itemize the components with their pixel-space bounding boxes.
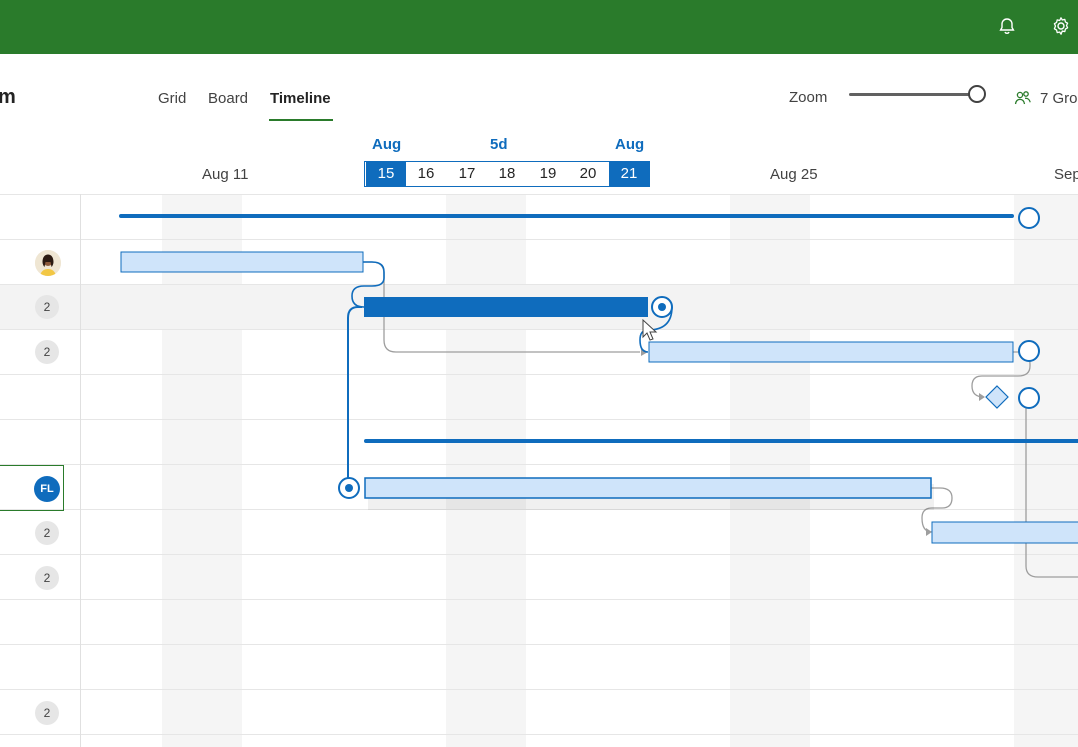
weekend-shade — [730, 195, 810, 747]
selected-task-bar[interactable] — [364, 297, 648, 317]
assignee-count-badge[interactable]: 2 — [35, 340, 59, 364]
weekend-shade — [446, 195, 526, 747]
link-handle-dot — [658, 303, 666, 311]
assignee-count-badge[interactable]: 2 — [35, 701, 59, 725]
dependency-arrow — [979, 393, 985, 401]
assignee-avatar-fl[interactable]: FL — [34, 476, 60, 502]
person-photo-icon — [35, 250, 61, 276]
link-handle-dot — [345, 484, 353, 492]
task-bar[interactable] — [931, 521, 1078, 544]
summary-end-handle[interactable] — [1018, 207, 1040, 229]
task-end-handle[interactable] — [1018, 340, 1040, 362]
milestone-diamond[interactable] — [985, 385, 1009, 409]
avatar[interactable] — [35, 250, 61, 276]
row-gridlines — [0, 194, 1078, 735]
assignee-count-badge[interactable]: 2 — [35, 566, 59, 590]
weekend-shade — [162, 195, 242, 747]
dependency-arrow — [926, 528, 932, 536]
timeline-canvas — [0, 194, 1078, 747]
assignee-count-badge[interactable]: 2 — [35, 295, 59, 319]
assignee-count-badge[interactable]: 2 — [35, 521, 59, 545]
task-bar[interactable] — [364, 477, 932, 499]
dependency-link-active — [347, 306, 362, 488]
task-bar[interactable] — [120, 251, 364, 273]
task-bar[interactable] — [648, 341, 1014, 363]
milestone-end-handle[interactable] — [1018, 387, 1040, 409]
weekend-shade — [1014, 195, 1078, 747]
